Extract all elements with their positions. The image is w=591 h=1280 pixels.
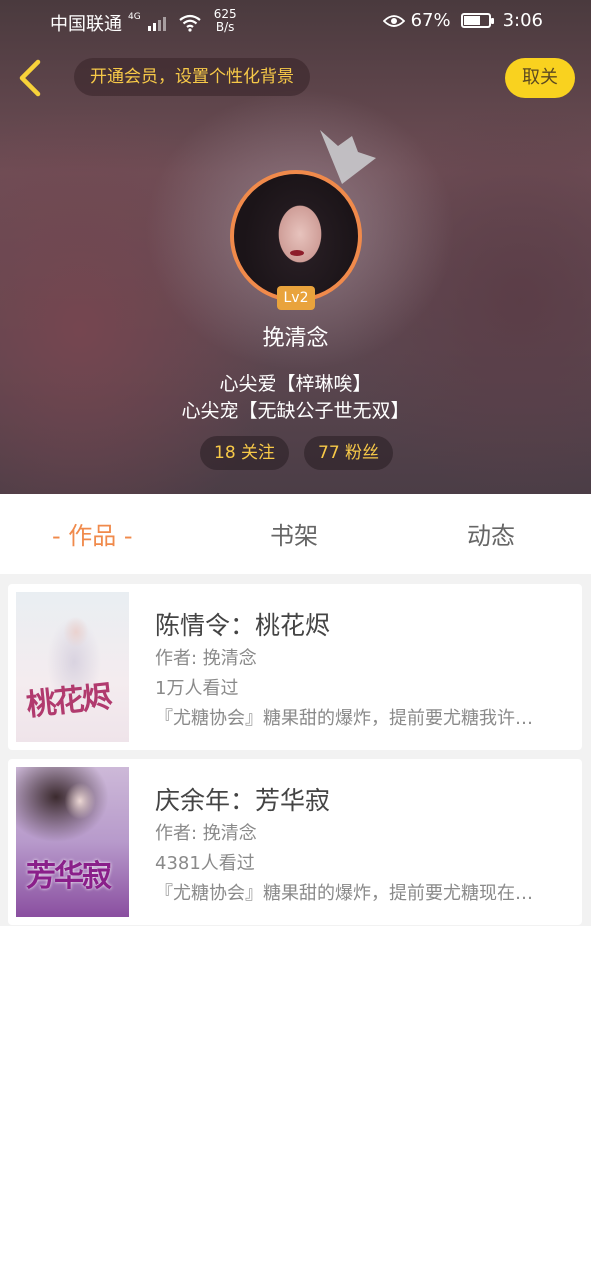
book-description: 『尤糖协会』糖果甜的爆炸，提前要尤糖现在… <box>155 883 533 904</box>
profile-tabs: - 作品 - 书架 动态 <box>0 494 591 574</box>
cover-title: 桃花烬 <box>24 679 112 724</box>
signal-icon <box>147 15 166 31</box>
avatar[interactable] <box>230 170 362 302</box>
carrier-name: 中国联通 <box>50 14 122 35</box>
speed-unit: B/s <box>215 20 235 34</box>
book-description: 『尤糖协会』糖果甜的爆炸，提前要尤糖我许… <box>155 708 533 729</box>
book-cover: 桃花烬 <box>16 592 129 742</box>
wifi-icon <box>179 14 201 32</box>
status-bar: 中国联通 4G 625 B/s 67% 3:06 <box>0 0 591 44</box>
user-nickname: 挽清念 <box>262 326 329 351</box>
profile-header: 中国联通 4G 625 B/s 67% 3:06 开通会员，设置个性化背景 取关… <box>0 0 591 494</box>
bio-line-2: 心尖宠【无缺公子世无双】 <box>181 400 410 422</box>
back-arrow-icon[interactable] <box>14 58 48 98</box>
network-type: 4G <box>128 12 141 22</box>
unfollow-button[interactable]: 取关 <box>505 58 575 98</box>
vip-background-prompt[interactable]: 开通会员，设置个性化背景 <box>74 58 310 96</box>
speed-value: 625 <box>213 7 237 21</box>
book-title: 庆余年：芳华寂 <box>155 786 331 815</box>
eye-comfort-icon <box>382 14 405 27</box>
cover-title: 芳华寂 <box>26 859 112 894</box>
bio-line-1: 心尖爱【梓琳唉】 <box>219 373 372 395</box>
following-count[interactable]: 18 关注 <box>200 436 290 470</box>
book-views: 1万人看过 <box>155 678 239 699</box>
network-speed: 625 B/s <box>214 8 237 34</box>
book-card[interactable]: 桃花烬 陈情令：桃花烬 作者: 挽清念 1万人看过 『尤糖协会』糖果甜的爆炸，提… <box>8 584 582 750</box>
book-cover: 芳华寂 <box>16 767 129 917</box>
fans-count[interactable]: 77 粉丝 <box>304 436 394 470</box>
level-badge: Lv2 <box>277 286 315 310</box>
tab-activity[interactable]: 动态 <box>467 516 515 551</box>
book-author: 作者: 挽清念 <box>155 823 257 844</box>
battery-percent: 67% <box>410 10 451 31</box>
battery-icon <box>460 13 494 28</box>
tab-bookshelf[interactable]: 书架 <box>270 516 318 551</box>
book-title: 陈情令：桃花烬 <box>155 611 331 640</box>
tab-works[interactable]: - 作品 - <box>52 516 133 551</box>
book-views: 4381人看过 <box>155 853 255 874</box>
book-card[interactable]: 芳华寂 庆余年：芳华寂 作者: 挽清念 4381人看过 『尤糖协会』糖果甜的爆炸… <box>8 759 582 925</box>
book-author: 作者: 挽清念 <box>155 648 257 669</box>
clock: 3:06 <box>502 10 543 31</box>
